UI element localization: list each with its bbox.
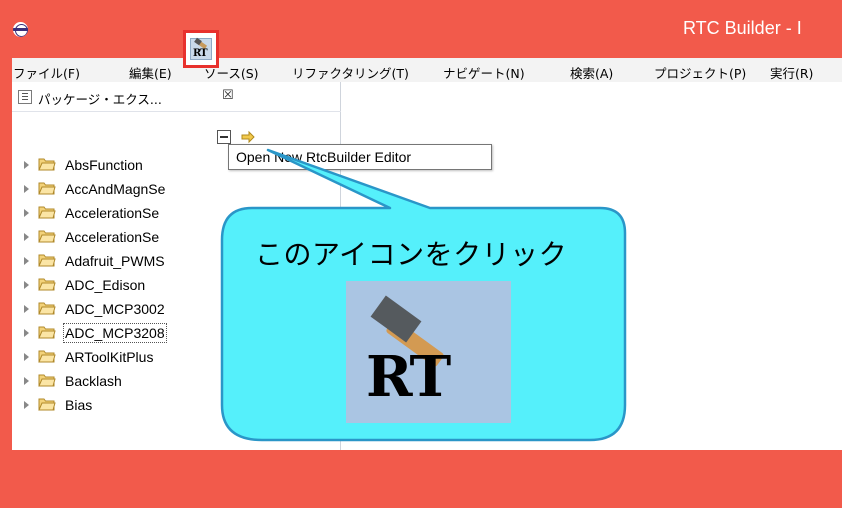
package-explorer-tab[interactable]: パッケージ・エクス... ☒ xyxy=(12,82,341,112)
tree-item-label: Backlash xyxy=(65,373,122,389)
folder-icon xyxy=(38,230,56,243)
tree-item-label: AccelerationSe xyxy=(65,229,160,245)
menu-bar: ファイル(F) 編集(E) ソース(S) リファクタリング(T) ナビゲート(N… xyxy=(12,58,842,82)
link-with-editor-icon[interactable] xyxy=(241,130,259,144)
menu-edit[interactable]: 編集(E) xyxy=(129,63,172,82)
expand-arrow-icon[interactable] xyxy=(24,209,29,217)
rtc-builder-large-icon: RT xyxy=(346,281,511,423)
menu-navigate[interactable]: ナビゲート(N) xyxy=(443,63,525,82)
tree-item[interactable]: AccelerationSe xyxy=(12,202,341,224)
tree-item-label: Adafruit_PWMS xyxy=(65,253,165,269)
tree-item[interactable]: ARToolKitPlus xyxy=(12,346,341,368)
tree-item-label: AccAndMagnSe xyxy=(65,181,166,197)
expand-arrow-icon[interactable] xyxy=(24,305,29,313)
tree-item-label: ARToolKitPlus xyxy=(65,349,154,365)
menu-project[interactable]: プロジェクト(P) xyxy=(654,63,746,82)
expand-arrow-icon[interactable] xyxy=(24,329,29,337)
tree-item[interactable]: AccAndMagnSe xyxy=(12,178,341,200)
folder-icon xyxy=(38,206,56,219)
folder-icon xyxy=(38,374,56,387)
expand-arrow-icon[interactable] xyxy=(24,233,29,241)
rt-glyph-large: RT xyxy=(366,344,451,410)
eclipse-icon xyxy=(13,22,28,37)
package-explorer-title[interactable]: パッケージ・エクス... xyxy=(38,89,162,108)
menu-refactor[interactable]: リファクタリング(T) xyxy=(292,63,409,82)
folder-icon xyxy=(38,398,56,411)
menu-search[interactable]: 検索(A) xyxy=(570,63,613,82)
menu-file[interactable]: ファイル(F) xyxy=(13,63,80,82)
expand-arrow-icon[interactable] xyxy=(24,401,29,409)
expand-arrow-icon[interactable] xyxy=(24,185,29,193)
close-icon[interactable]: ☒ xyxy=(222,88,234,103)
tooltip: Open New RtcBuilder Editor xyxy=(228,144,492,170)
tree-item[interactable]: ADC_MCP3002 xyxy=(12,298,341,320)
folder-icon xyxy=(38,350,56,363)
tree-item-label: AbsFunction xyxy=(65,157,143,173)
tree-item[interactable]: ADC_Edison xyxy=(12,274,341,296)
folder-icon xyxy=(38,278,56,291)
callout-text: このアイコンをクリック xyxy=(255,238,568,271)
expand-arrow-icon[interactable] xyxy=(24,161,29,169)
tree-item-label: ADC_MCP3208 xyxy=(63,323,167,343)
expand-arrow-icon[interactable] xyxy=(24,257,29,265)
tree-item-label: Bias xyxy=(65,397,93,413)
tree-item[interactable]: Bias xyxy=(12,394,341,416)
folder-icon xyxy=(38,302,56,315)
tree-item[interactable]: ADC_MCP3208 xyxy=(12,322,341,344)
folder-icon xyxy=(38,158,56,171)
package-explorer-icon xyxy=(18,90,32,104)
expand-arrow-icon[interactable] xyxy=(24,377,29,385)
rt-glyph: RT xyxy=(193,48,208,59)
expand-arrow-icon[interactable] xyxy=(24,281,29,289)
rtc-builder-icon[interactable]: RT xyxy=(190,37,212,60)
expand-arrow-icon[interactable] xyxy=(24,353,29,361)
menu-run[interactable]: 実行(R) xyxy=(770,63,813,82)
open-rtcbuilder-button[interactable]: RT xyxy=(183,30,219,68)
collapse-all-icon[interactable] xyxy=(217,130,231,144)
tree-item-label: AccelerationSe xyxy=(65,205,160,221)
folder-icon xyxy=(38,326,56,339)
tree-item[interactable]: Backlash xyxy=(12,370,341,392)
tree-item-label: ADC_Edison xyxy=(65,277,146,293)
title-bar: RTC Builder - I xyxy=(0,0,842,58)
folder-icon xyxy=(38,254,56,267)
tree-item-label: ADC_MCP3002 xyxy=(65,301,165,317)
window-title: RTC Builder - I xyxy=(683,18,802,38)
folder-icon xyxy=(38,182,56,195)
